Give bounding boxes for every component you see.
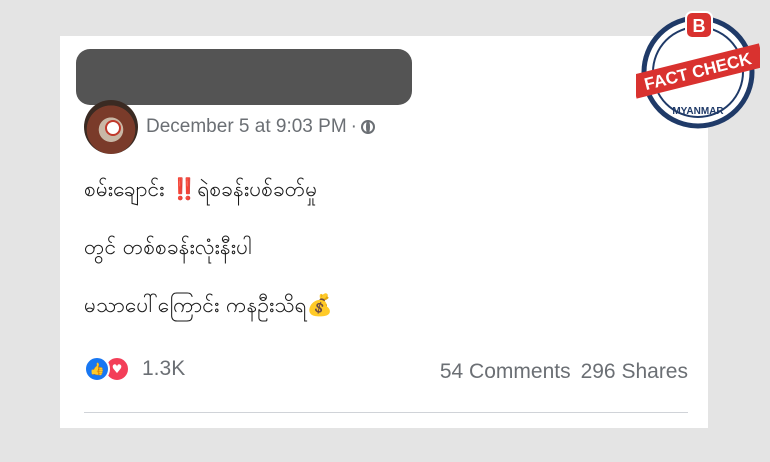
post-stats: 54 Comments 296 Shares bbox=[440, 360, 688, 384]
shares-count[interactable]: 296 Shares bbox=[581, 360, 688, 384]
money-bag-icon: 💰 bbox=[306, 293, 333, 317]
post-text-line-1: စမ်းချောင်း ‼️ရဲစခန်းပစ်ခတ်မှု bbox=[84, 176, 317, 207]
meta-separator: · bbox=[350, 116, 357, 137]
globe-icon bbox=[360, 120, 375, 134]
post-timestamp[interactable]: December 5 at 9:03 PM bbox=[146, 116, 347, 138]
avatar[interactable] bbox=[84, 100, 138, 154]
post-text-segment: စမ်းချောင်း bbox=[84, 177, 172, 201]
redacted-name-bar bbox=[76, 49, 412, 105]
badge-letter: B bbox=[693, 16, 706, 36]
comments-count[interactable]: 54 Comments bbox=[440, 360, 571, 384]
double-exclamation-icon: ‼️ bbox=[171, 177, 198, 201]
post-text-segment: မသာပေါ်ကြောင်း ကနဦးသိရ bbox=[84, 293, 307, 317]
post-card: December 5 at 9:03 PM · စမ်းချောင်း ‼️ရဲ… bbox=[60, 36, 708, 428]
post-text-segment: ရဲစခန်းပစ်ခတ်မှု bbox=[197, 177, 318, 201]
post-text-line-3: မသာပေါ်ကြောင်း ကနဦးသိရ💰 bbox=[84, 292, 333, 323]
reaction-count[interactable]: 1.3K bbox=[142, 357, 185, 381]
fact-check-badge: B FACT CHECK MYANMAR bbox=[636, 11, 760, 129]
post-text-line-2: တွင် တစ်စခန်းလုံးနီးပါ bbox=[84, 235, 252, 259]
post-meta: December 5 at 9:03 PM · bbox=[146, 116, 375, 138]
badge-sub: MYANMAR bbox=[672, 106, 724, 117]
like-icon: 👍 bbox=[84, 356, 110, 382]
divider bbox=[84, 412, 688, 413]
reactions[interactable]: 👍 ♥ 1.3K bbox=[84, 356, 185, 382]
